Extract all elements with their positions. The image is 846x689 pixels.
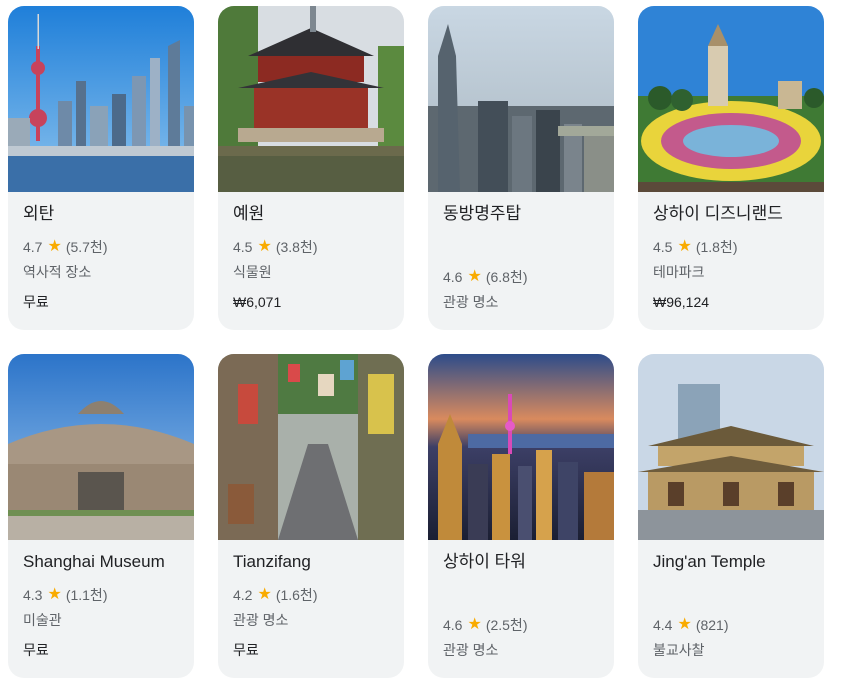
place-title: 상하이 타워 bbox=[443, 552, 526, 571]
place-rating: 4.2 ★ (1.6천) bbox=[233, 585, 317, 605]
star-icon: ★ bbox=[467, 616, 482, 633]
rating-value: 4.6 bbox=[443, 269, 463, 285]
place-title: Jing'an Temple bbox=[653, 552, 766, 571]
place-rating: 4.4 ★ (821) bbox=[653, 615, 729, 635]
place-category: 식물원 bbox=[233, 264, 272, 280]
star-icon: ★ bbox=[677, 616, 692, 633]
place-photo bbox=[218, 354, 404, 540]
place-category: 관광 명소 bbox=[443, 294, 499, 310]
place-title: Tianzifang bbox=[233, 552, 311, 571]
place-photo bbox=[8, 354, 194, 540]
place-photo bbox=[8, 6, 194, 192]
place-card-yu-garden[interactable]: 예원 4.5 ★ (3.8천) 식물원 ₩6,071 bbox=[218, 6, 404, 330]
review-count: (5.7천) bbox=[65, 239, 108, 255]
place-price: ₩6,071 bbox=[233, 294, 282, 310]
place-photo bbox=[218, 6, 404, 192]
place-card-oriental-pearl[interactable]: 동방명주탑 4.6 ★ (6.8천) 관광 명소 bbox=[428, 6, 614, 330]
rating-value: 4.3 bbox=[23, 587, 43, 603]
place-title: Shanghai Museum bbox=[23, 552, 165, 571]
rating-value: 4.5 bbox=[233, 239, 253, 255]
rating-value: 4.7 bbox=[23, 239, 43, 255]
review-count: (6.8천) bbox=[485, 269, 528, 285]
star-icon: ★ bbox=[47, 238, 62, 255]
place-rating: 4.5 ★ (1.8천) bbox=[653, 237, 737, 257]
place-title: 예원 bbox=[233, 204, 265, 223]
star-icon: ★ bbox=[467, 268, 482, 285]
place-rating: 4.6 ★ (6.8천) bbox=[443, 267, 527, 287]
place-price: 무료 bbox=[23, 642, 49, 658]
star-icon: ★ bbox=[257, 586, 272, 603]
rating-value: 4.6 bbox=[443, 617, 463, 633]
rating-value: 4.5 bbox=[653, 239, 673, 255]
review-count: (3.8천) bbox=[275, 239, 318, 255]
star-icon: ★ bbox=[677, 238, 692, 255]
place-title: 상하이 디즈니랜드 bbox=[653, 204, 783, 223]
rating-value: 4.4 bbox=[653, 617, 673, 633]
review-count: (821) bbox=[695, 617, 729, 633]
place-rating: 4.5 ★ (3.8천) bbox=[233, 237, 317, 257]
rating-value: 4.2 bbox=[233, 587, 253, 603]
place-category: 불교사찰 bbox=[653, 642, 705, 658]
star-icon: ★ bbox=[47, 586, 62, 603]
place-category: 테마파크 bbox=[653, 264, 705, 280]
place-rating: 4.6 ★ (2.5천) bbox=[443, 615, 527, 635]
place-photo bbox=[638, 354, 824, 540]
review-count: (1.8천) bbox=[695, 239, 738, 255]
place-price: 무료 bbox=[23, 294, 49, 310]
place-category: 관광 명소 bbox=[443, 642, 499, 658]
place-category: 미술관 bbox=[23, 612, 62, 628]
place-card-shanghai-disneyland[interactable]: 상하이 디즈니랜드 4.5 ★ (1.8천) 테마파크 ₩96,124 bbox=[638, 6, 824, 330]
place-card-shanghai-museum[interactable]: Shanghai Museum 4.3 ★ (1.1천) 미술관 무료 bbox=[8, 354, 194, 678]
place-card-shanghai-tower[interactable]: 상하이 타워 4.6 ★ (2.5천) 관광 명소 bbox=[428, 354, 614, 678]
place-rating: 4.7 ★ (5.7천) bbox=[23, 237, 107, 257]
place-photo bbox=[428, 6, 614, 192]
star-icon: ★ bbox=[257, 238, 272, 255]
place-photo bbox=[638, 6, 824, 192]
review-count: (1.1천) bbox=[65, 587, 108, 603]
place-card-tianzifang[interactable]: Tianzifang 4.2 ★ (1.6천) 관광 명소 무료 bbox=[218, 354, 404, 678]
place-category: 역사적 장소 bbox=[23, 264, 92, 280]
place-category: 관광 명소 bbox=[233, 612, 289, 628]
place-card-bund[interactable]: 외탄 4.7 ★ (5.7천) 역사적 장소 무료 bbox=[8, 6, 194, 330]
review-count: (1.6천) bbox=[275, 587, 318, 603]
review-count: (2.5천) bbox=[485, 617, 528, 633]
place-rating: 4.3 ★ (1.1천) bbox=[23, 585, 107, 605]
place-card-jingan-temple[interactable]: Jing'an Temple 4.4 ★ (821) 불교사찰 bbox=[638, 354, 824, 678]
place-photo bbox=[428, 354, 614, 540]
place-price: ₩96,124 bbox=[653, 294, 710, 310]
place-title: 외탄 bbox=[23, 204, 55, 223]
place-price: 무료 bbox=[233, 642, 259, 658]
place-title: 동방명주탑 bbox=[443, 204, 522, 223]
